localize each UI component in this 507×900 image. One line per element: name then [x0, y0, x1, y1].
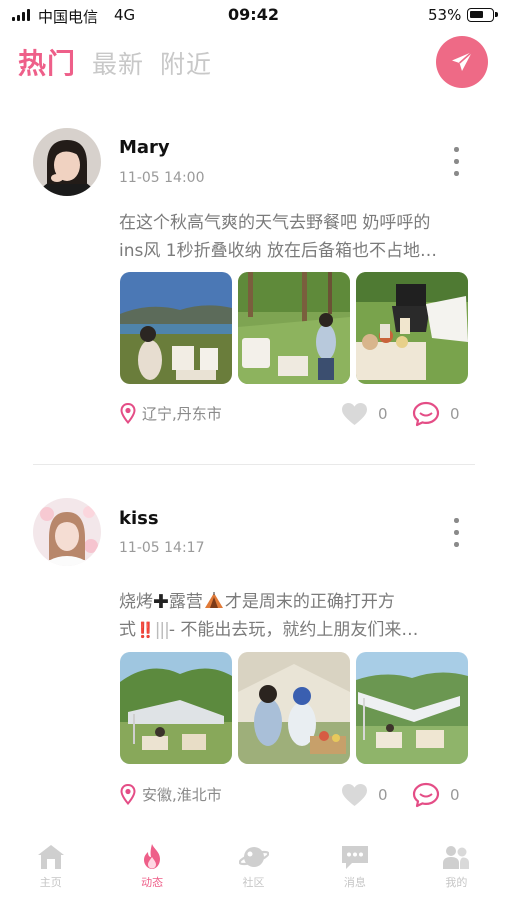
flame-icon	[144, 844, 161, 869]
tab-hot[interactable]: 热门	[18, 42, 76, 82]
home-icon	[37, 845, 64, 869]
username[interactable]: kiss	[119, 508, 159, 529]
nav-label: 我的	[445, 876, 468, 889]
like-count: 0	[378, 786, 388, 804]
post-content[interactable]: 在这个秋高气爽的天气去野餐吧 奶呼呼的 ins风 1秒折叠收纳 放在后备箱也不占…	[119, 209, 475, 265]
comment-button[interactable]: 0	[412, 400, 460, 428]
post-photo[interactable]	[356, 272, 468, 384]
comment-icon	[412, 401, 440, 427]
location-tag[interactable]: 安徽,淮北市	[120, 781, 222, 807]
nav-feed[interactable]: 动态	[101, 835, 202, 900]
nav-community[interactable]: 社区	[203, 835, 304, 900]
post-time: 11-05 14:00	[119, 170, 205, 186]
post-content-line: 烧烤✚露营 才是周末的正确打开方	[119, 591, 395, 613]
plus-icon: ✚	[153, 591, 169, 613]
nav-label: 社区	[242, 876, 265, 889]
chat-icon	[341, 846, 368, 869]
comment-icon	[412, 782, 440, 808]
post-photo[interactable]	[120, 652, 232, 764]
location-pin-icon	[120, 783, 136, 805]
status-bar: 中国电信 4G 09:42 53%	[0, 0, 507, 30]
nav-label: 动态	[141, 876, 164, 889]
nav-label: 主页	[39, 876, 62, 889]
nav-profile[interactable]: 我的	[406, 835, 507, 900]
location-text: 安徽,淮北市	[142, 785, 222, 804]
post-content-line: 在这个秋高气爽的天气去野餐吧 奶呼呼的	[119, 213, 431, 233]
stripes-icon: |||	[154, 620, 170, 640]
avatar[interactable]	[33, 128, 101, 196]
more-options-button[interactable]	[446, 145, 466, 179]
like-button[interactable]: 0	[341, 781, 388, 809]
post-content-line: 式‼️|||- 不能出去玩，就约上朋友们来…	[119, 620, 419, 640]
post-photo[interactable]	[238, 272, 350, 384]
tab-latest[interactable]: 最新	[92, 45, 144, 81]
nav-home[interactable]: 主页	[0, 835, 101, 900]
tent-icon	[204, 592, 223, 608]
divider	[33, 464, 475, 465]
post-photo[interactable]	[356, 652, 468, 764]
tab-nearby[interactable]: 附近	[160, 45, 212, 81]
comment-count: 0	[450, 405, 460, 423]
nav-label: 消息	[343, 876, 366, 889]
avatar[interactable]	[33, 498, 101, 566]
post-content-line: ins风 1秒折叠收纳 放在后备箱也不占地…	[119, 241, 437, 261]
battery-percent: 53%	[428, 6, 462, 24]
post-time: 11-05 14:17	[119, 540, 205, 556]
comment-count: 0	[450, 786, 460, 804]
location-pin-icon	[120, 402, 136, 424]
like-button[interactable]: 0	[341, 400, 388, 428]
like-count: 0	[378, 405, 388, 423]
location-tag[interactable]: 辽宁,丹东市	[120, 400, 222, 426]
people-icon	[443, 846, 470, 869]
new-post-button[interactable]	[436, 36, 488, 88]
location-text: 辽宁,丹东市	[142, 404, 222, 423]
paper-plane-icon	[452, 51, 473, 71]
feed-tabs: 热门 最新 附近	[18, 42, 228, 82]
planet-icon	[238, 847, 269, 867]
double-exclamation-icon: ‼️	[136, 621, 155, 639]
post-content[interactable]: 烧烤✚露营 才是周末的正确打开方 式‼️|||- 不能出去玩，就约上朋友们来…	[119, 588, 475, 644]
heart-icon	[342, 403, 367, 425]
comment-button[interactable]: 0	[412, 781, 460, 809]
bottom-nav: 主页 动态 社区 消息 我的	[0, 835, 507, 900]
post-photo[interactable]	[238, 652, 350, 764]
nav-messages[interactable]: 消息	[304, 835, 405, 900]
post-photo[interactable]	[120, 272, 232, 384]
heart-icon	[342, 784, 367, 806]
username[interactable]: Mary	[119, 137, 170, 158]
more-options-button[interactable]	[446, 516, 466, 550]
battery-icon	[467, 8, 498, 22]
